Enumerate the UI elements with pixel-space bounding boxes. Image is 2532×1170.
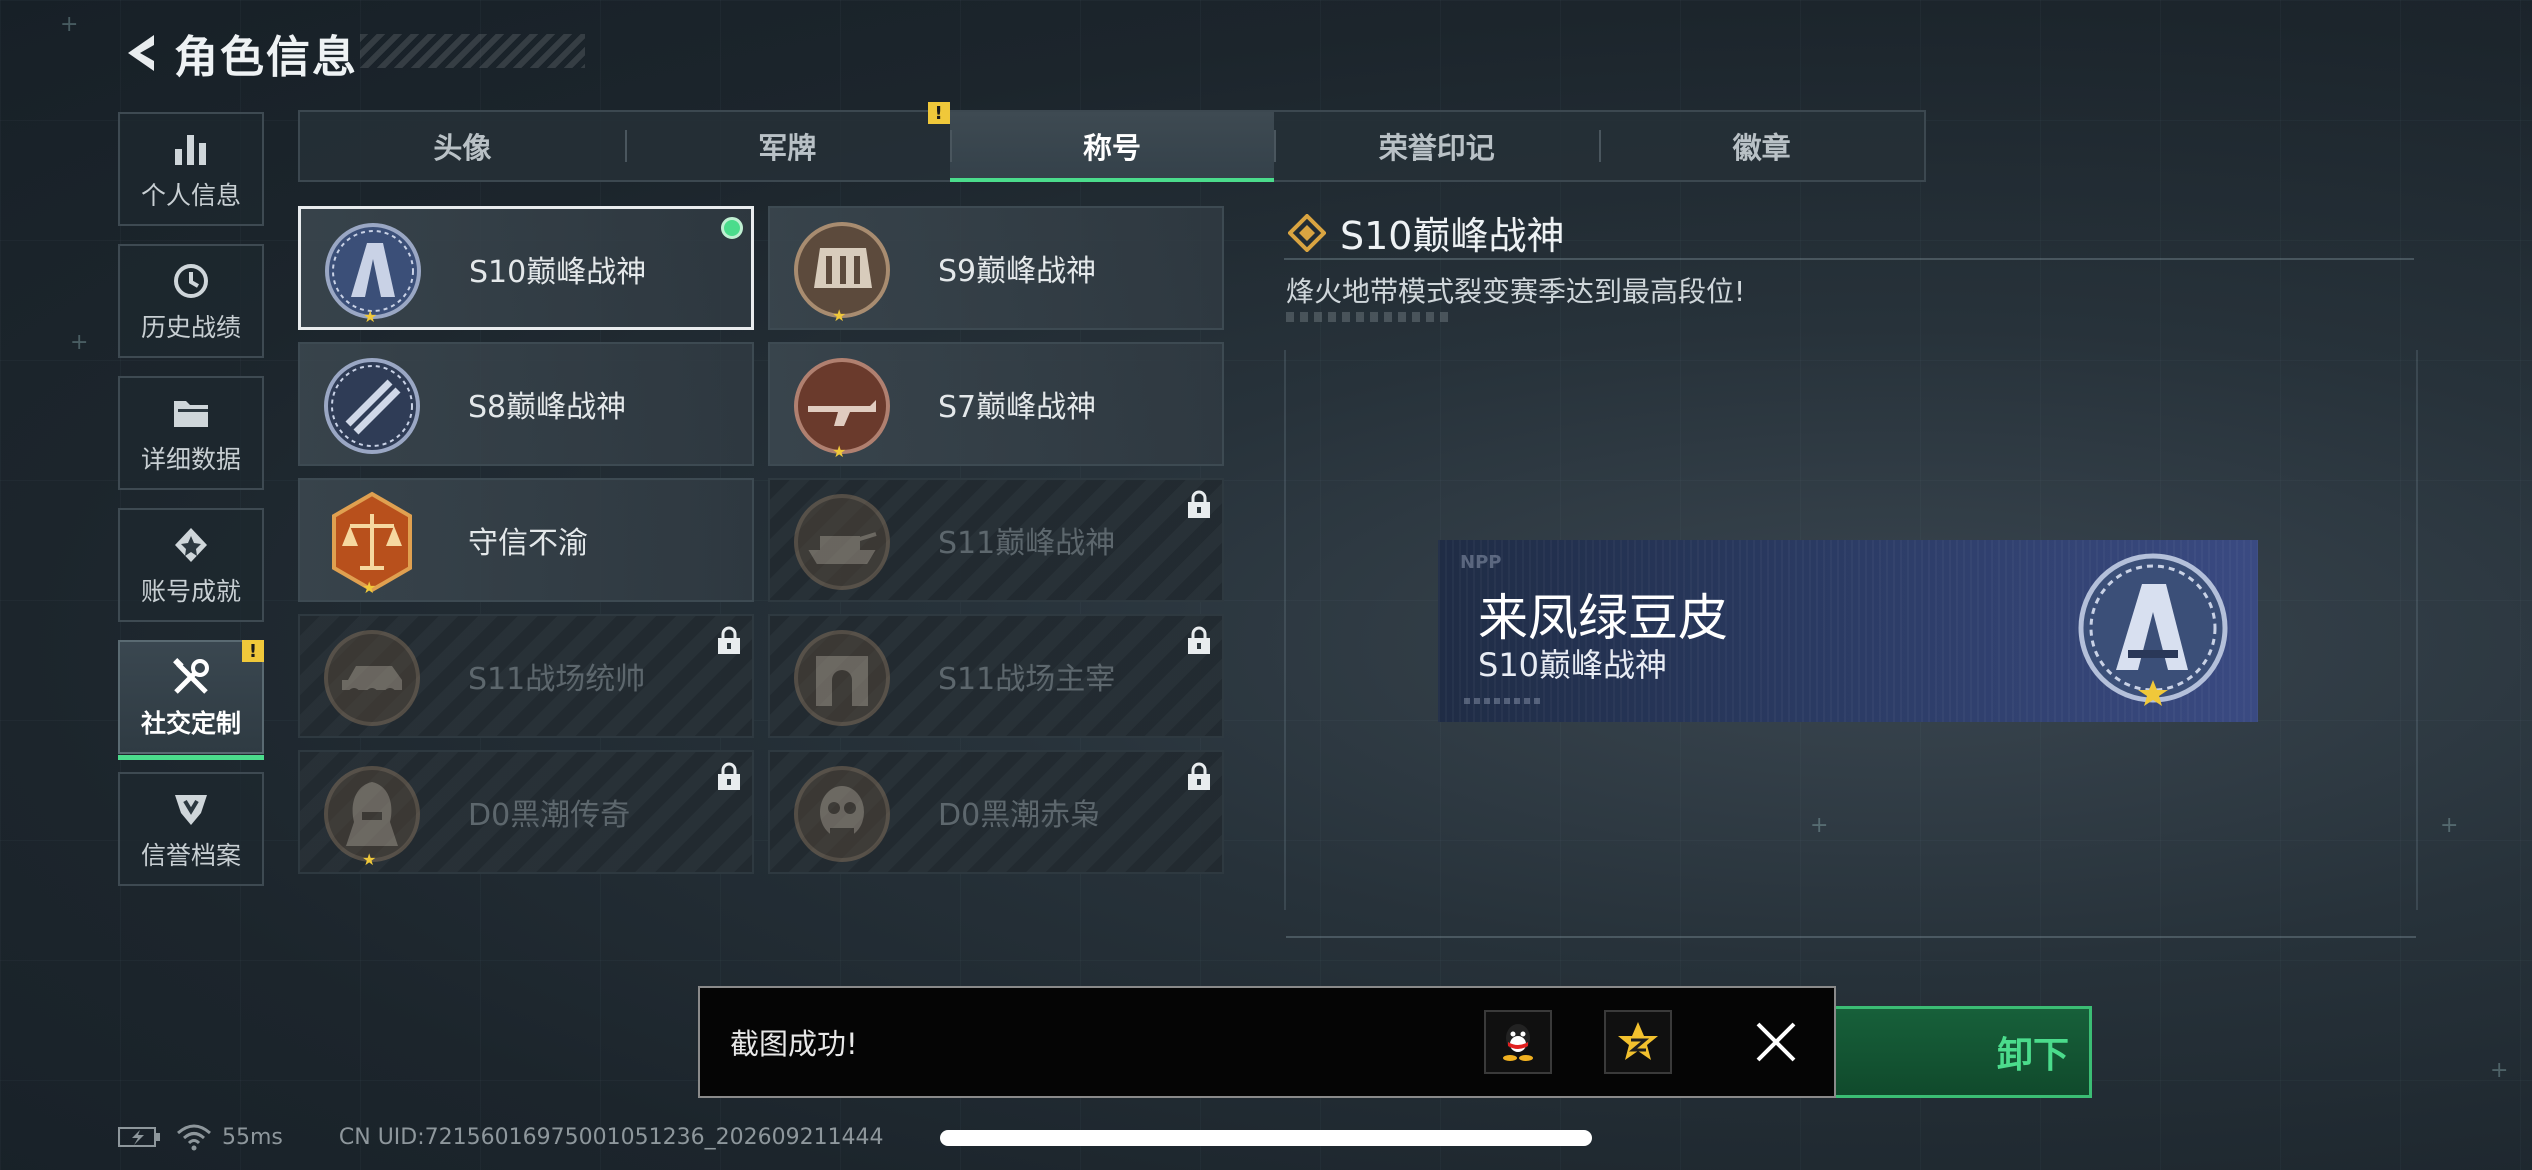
ping-value: 55ms [222, 1124, 283, 1150]
toast-message: 截图成功! [730, 1027, 858, 1061]
title-card-s8[interactable]: S8巅峰战神 [298, 342, 754, 466]
qq-share-button[interactable] [1484, 1010, 1552, 1074]
namecard-brand: NPP [1460, 552, 1502, 573]
lock-icon [1188, 626, 1210, 654]
star-icon: ★ [362, 578, 377, 597]
qq-share-icon [1503, 1024, 1533, 1061]
page-title: 角色信息 [174, 32, 358, 83]
sidebar-item-history[interactable]: 历史战绩 [118, 244, 264, 358]
achievement-icon [171, 522, 211, 568]
page-header: 角色信息 [118, 22, 358, 84]
title-card-s7[interactable]: ★ S7巅峰战神 [768, 342, 1224, 466]
namecard-decor [1464, 698, 1544, 704]
qzone-share-button[interactable] [1604, 1010, 1672, 1074]
title-card-s11-peak[interactable]: S11巅峰战神 [768, 478, 1224, 602]
title-name: S7巅峰战神 [938, 390, 1097, 425]
screenshot-toast: 截图成功! [698, 986, 1836, 1098]
tab-titles[interactable]: 称号 [949, 112, 1275, 182]
star-icon: ★ [832, 442, 847, 461]
folder-icon [170, 390, 212, 436]
peak-emblem-icon [2078, 553, 2228, 706]
bar-chart-icon [171, 126, 211, 172]
title-name: 守信不渝 [468, 526, 588, 561]
title-name: D0黑潮传奇 [468, 798, 631, 833]
detail-description: 烽火地带模式裂变赛季达到最高段位! [1286, 275, 1746, 308]
back-arrow-icon [128, 35, 154, 71]
title-name: S11战场统帅 [468, 662, 646, 697]
sidebar: 个人信息 历史战绩 详细数据 账号成就 ! 社交定制 信誉档案 [118, 112, 266, 904]
sidebar-item-detail-data[interactable]: 详细数据 [118, 376, 264, 490]
title-name: S8巅峰战神 [468, 390, 627, 425]
sidebar-item-achievements[interactable]: 账号成就 [118, 508, 264, 622]
description-decor [1286, 312, 1450, 322]
tab-avatar[interactable]: 头像 [300, 112, 625, 180]
clock-icon [171, 258, 211, 304]
battery-charging-icon [118, 1127, 160, 1147]
sidebar-item-credit-record[interactable]: 信誉档案 [118, 772, 264, 886]
title-card-d0-legend[interactable]: ★ D0黑潮传奇 [298, 750, 754, 874]
vehicle-emblem-icon [324, 630, 420, 726]
equipped-indicator [721, 217, 743, 239]
sidebar-item-label: 详细数据 [140, 445, 241, 474]
tank-emblem-icon [794, 494, 890, 590]
title-card-s9[interactable]: ★ S9巅峰战神 [768, 206, 1224, 330]
sidebar-item-label: 历史战绩 [140, 313, 241, 342]
title-card-s11-commander[interactable]: S11战场统帅 [298, 614, 754, 738]
decor-cross: + [60, 12, 79, 37]
title-card-s11-dominator[interactable]: S11战场主宰 [768, 614, 1224, 738]
tab-label: 军牌 [758, 131, 817, 165]
lock-icon [1188, 490, 1210, 518]
status-bar: 55ms CN UID:72156016975001051236_2026092… [118, 1120, 884, 1154]
blades-emblem-icon [324, 358, 420, 454]
title-card-s10[interactable]: ★ S10巅峰战神 [298, 206, 754, 330]
divider [1284, 258, 2414, 260]
sidebar-item-social-custom[interactable]: ! 社交定制 [118, 640, 264, 760]
sidebar-item-label: 账号成就 [140, 577, 241, 606]
player-uid: CN UID:72156016975001051236_202609211444 [338, 1124, 884, 1150]
tab-dogtag[interactable]: 军牌 ! [624, 102, 950, 180]
title-name: S10巅峰战神 [469, 255, 647, 290]
tab-honor-marks[interactable]: 荣誉印记 [1274, 112, 1599, 180]
namecard-title: S10巅峰战神 [1478, 646, 1668, 684]
star-icon: ★ [363, 307, 378, 326]
masked-skull-emblem-icon [794, 766, 890, 862]
warning-badge: ! [242, 640, 264, 662]
lock-icon [718, 626, 740, 654]
tab-bar: 头像 军牌 ! 称号 荣誉印记 徽章 [298, 102, 1926, 182]
tab-badges[interactable]: 徽章 [1599, 112, 1924, 180]
detail-title-text: S10巅峰战神 [1340, 214, 1565, 258]
credit-shield-icon [171, 786, 211, 832]
title-name: D0黑潮赤枭 [938, 798, 1101, 833]
close-icon[interactable] [1750, 1016, 1802, 1068]
decor-cross: + [2490, 1058, 2509, 1083]
sidebar-item-label: 社交定制 [140, 709, 241, 738]
star-icon: ★ [832, 306, 847, 325]
title-card-d0-owl[interactable]: D0黑潮赤枭 [768, 750, 1224, 874]
star-icon: ★ [362, 850, 377, 869]
qzone-share-icon [1618, 1022, 1658, 1060]
decor-cross: + [2440, 813, 2459, 838]
sidebar-item-label: 信誉档案 [140, 841, 241, 870]
title-name: S11巅峰战神 [938, 526, 1116, 561]
namecard-preview: NPP 来凤绿豆皮 S10巅峰战神 [1438, 540, 2258, 722]
title-decor-stripe [360, 34, 585, 68]
tools-icon [170, 654, 212, 700]
lock-icon [718, 762, 740, 790]
diamond-icon [1288, 213, 1326, 252]
wifi-icon [177, 1124, 211, 1151]
title-card-trustworthy[interactable]: ★ 守信不渝 [298, 478, 754, 602]
sidebar-item-personal-info[interactable]: 个人信息 [118, 112, 264, 226]
home-indicator[interactable] [940, 1130, 1592, 1146]
sidebar-item-label: 个人信息 [140, 181, 241, 210]
lock-icon [1188, 762, 1210, 790]
detail-title: S10巅峰战神 [1288, 205, 1564, 260]
warning-badge: ! [927, 102, 950, 124]
title-name: S11战场主宰 [938, 662, 1116, 697]
arch-emblem-icon [794, 630, 890, 726]
title-name: S9巅峰战神 [938, 254, 1097, 289]
back-button[interactable] [118, 31, 162, 75]
decor-cross: + [70, 330, 89, 355]
